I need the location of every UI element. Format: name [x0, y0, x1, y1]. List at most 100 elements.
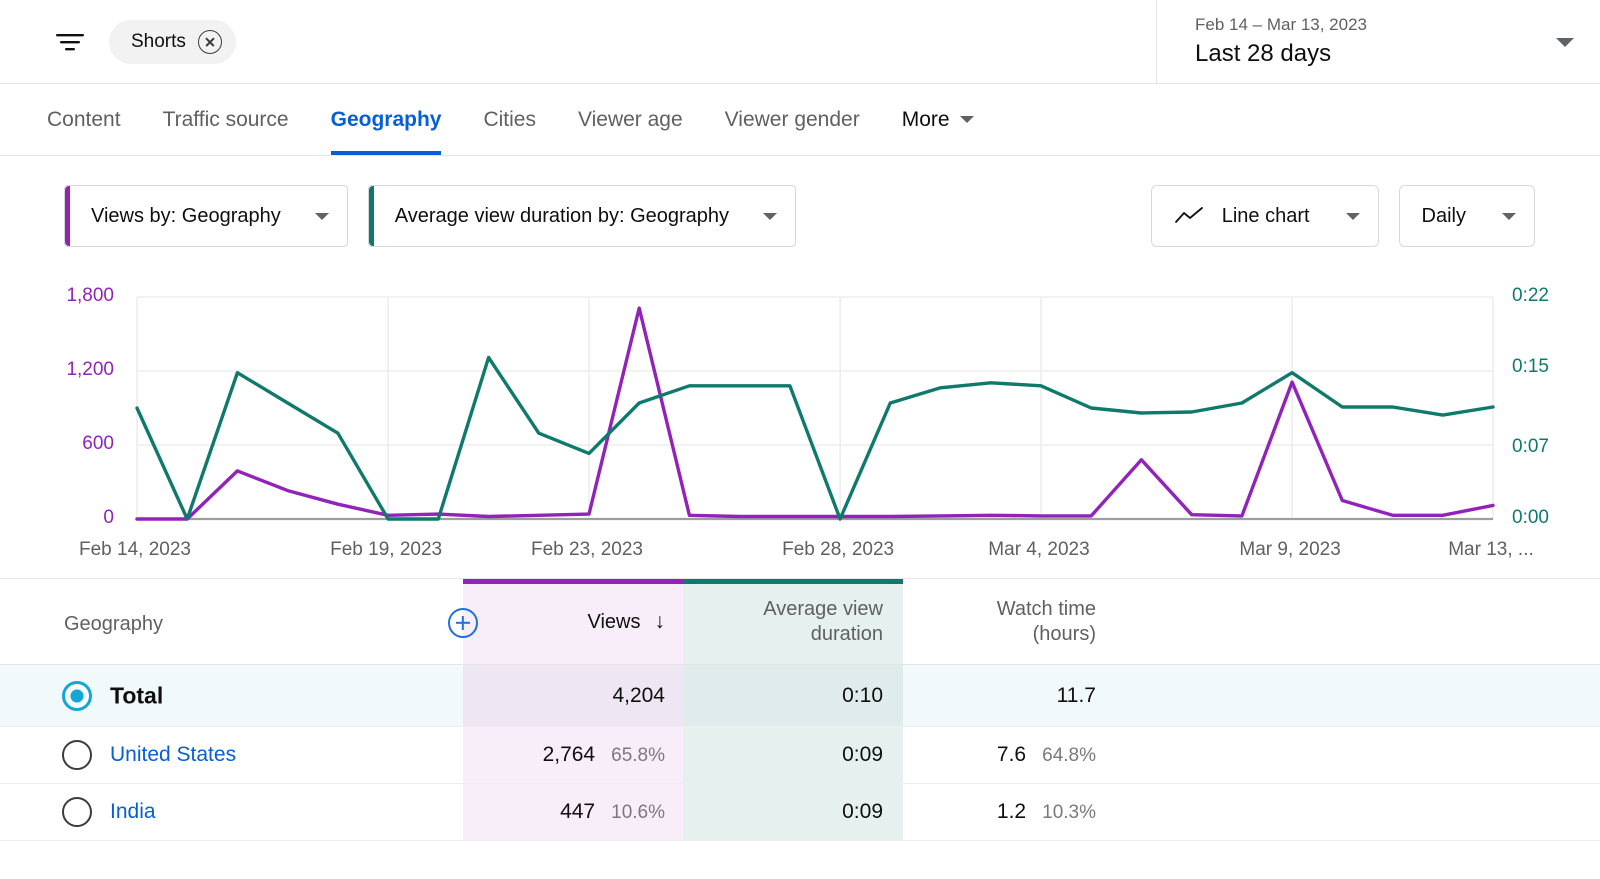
filter-list-icon[interactable] [47, 19, 93, 65]
geography-table: Geography Views ↓ Average view duration … [0, 578, 1600, 841]
avd-column-accent [683, 579, 903, 584]
chart-canvas [135, 296, 1495, 521]
filter-chip-shorts[interactable]: Shorts [109, 19, 236, 64]
column-header-avg-view-duration[interactable]: Average view duration [683, 597, 903, 647]
y-axis-right-tick-label: 0:15 [1512, 355, 1549, 377]
date-range-preset: Last 28 days [1195, 39, 1332, 67]
row-avd-value: 0:09 [842, 800, 883, 823]
y-axis-left-tick-label: 1,200 [66, 359, 114, 380]
views-column-accent [463, 579, 683, 584]
tab-label: Viewer gender [724, 107, 860, 131]
date-range-text: Feb 14 – Mar 13, 2023 Last 28 days [1195, 14, 1556, 70]
chevron-down-icon[interactable] [314, 212, 329, 220]
x-axis-tick-label: Mar 13, ... [1448, 539, 1534, 560]
filter-chip-label: Shorts [131, 30, 186, 52]
date-range-selector[interactable]: Feb 14 – Mar 13, 2023 Last 28 days [1156, 0, 1600, 84]
column-header-avd-line1: Average view [763, 598, 883, 620]
granularity-select[interactable]: Daily [1398, 185, 1535, 247]
row-radio-total[interactable] [62, 680, 92, 711]
row-avg-view-duration: 0:09 [683, 743, 883, 767]
row-views: 447 10.6% [463, 800, 665, 824]
column-header-watch-time-line2: (hours) [1032, 623, 1096, 645]
chart-controls: Views by: Geography Average view duratio… [0, 156, 1600, 276]
tab-viewer-age[interactable]: Viewer age [578, 84, 683, 155]
x-axis-tick-label: Mar 4, 2023 [988, 539, 1090, 560]
x-axis-tick-label: Feb 23, 2023 [531, 539, 643, 560]
x-axis-tick-label: Feb 28, 2023 [782, 539, 895, 560]
row-watch-time-percent: 10.3% [1042, 802, 1096, 823]
row-views-value: 447 [560, 800, 596, 823]
table-row[interactable]: United States 2,764 65.8% 0:09 7.6 64.8% [0, 727, 1600, 784]
column-header-views-label: Views [587, 610, 641, 633]
column-header-geography: Geography [64, 613, 163, 635]
row-watch-time: 11.7 [903, 684, 1096, 708]
right-controls: Line chart Daily [1131, 185, 1535, 247]
chevron-down-icon[interactable] [959, 116, 974, 123]
row-views-value: 4,204 [612, 683, 665, 707]
chart-type-select[interactable]: Line chart [1150, 185, 1379, 247]
column-header-watch-time-line1: Watch time [996, 598, 1096, 620]
column-header-views[interactable]: Views ↓ [463, 609, 683, 635]
row-views-percent: 65.8% [611, 745, 665, 766]
tab-content[interactable]: Content [47, 84, 121, 155]
primary-metric-select[interactable]: Views by: Geography [64, 185, 348, 247]
chevron-down-icon[interactable] [763, 212, 778, 220]
column-header-avd-line2: duration [810, 623, 883, 645]
sort-descending-icon[interactable]: ↓ [655, 609, 666, 635]
row-views: 4,204 [463, 684, 665, 708]
line-chart-icon [1174, 207, 1203, 223]
top-filter-bar: Shorts Feb 14 – Mar 13, 2023 Last 28 day… [0, 0, 1600, 84]
granularity-label: Daily [1421, 204, 1466, 227]
tab-geography[interactable]: Geography [330, 84, 442, 155]
table-header-row: Geography Views ↓ Average view duration … [0, 579, 1600, 665]
row-watch-time-value: 1.2 [996, 800, 1027, 823]
tab-label: Traffic source [162, 107, 289, 131]
date-range-value: Feb 14 – Mar 13, 2023 [1195, 14, 1368, 34]
tab-label: Viewer age [577, 107, 683, 131]
table-row[interactable]: India 447 10.6% 0:09 1.2 10.3% [0, 784, 1600, 841]
tab-label: Cities [483, 107, 536, 131]
x-axis-tick-label: Mar 9, 2023 [1239, 539, 1341, 560]
row-watch-time: 7.6 64.8% [903, 743, 1096, 767]
row-views-value: 2,764 [542, 743, 596, 766]
y-axis-left-tick-label: 1,800 [66, 285, 114, 306]
tab-more[interactable]: More [902, 84, 974, 155]
y-axis-right-tick-label: 0:22 [1512, 285, 1549, 306]
primary-metric-accent [65, 186, 70, 246]
y-axis-right-tick-label: 0:00 [1512, 507, 1549, 528]
row-avd-value: 0:09 [842, 743, 883, 766]
tab-cities[interactable]: Cities [483, 84, 536, 155]
secondary-metric-label: Average view duration by: Geography [394, 204, 730, 227]
row-label: Total [110, 682, 164, 708]
row-views: 2,764 65.8% [463, 743, 665, 767]
secondary-metric-select[interactable]: Average view duration by: Geography [367, 185, 797, 247]
y-axis-right-tick-label: 0:07 [1512, 436, 1549, 458]
tab-label: Geography [330, 107, 442, 131]
chart-series-views [135, 306, 1495, 521]
row-avg-view-duration: 0:10 [683, 684, 883, 708]
row-views-percent: 10.6% [611, 802, 665, 823]
tab-traffic-source[interactable]: Traffic source [163, 84, 289, 155]
analytics-chart: 1,800 1,200 600 0 0:22 0:15 0:07 0:00 Feb 14, 20… [0, 278, 1600, 578]
tab-viewer-gender[interactable]: Viewer gender [725, 84, 860, 155]
row-avg-view-duration: 0:09 [683, 800, 883, 824]
secondary-metric-accent [368, 186, 374, 246]
chart-series-avg-view-duration [135, 355, 1495, 521]
row-label[interactable]: India [110, 800, 156, 824]
chevron-down-icon[interactable] [1556, 37, 1574, 47]
primary-metric-label: Views by: Geography [91, 204, 281, 227]
row-label[interactable]: United States [110, 743, 236, 767]
row-watch-time-percent: 64.8% [1042, 745, 1096, 766]
row-avd-value: 0:10 [842, 683, 883, 707]
chevron-down-icon[interactable] [1502, 212, 1516, 220]
table-row[interactable]: Total 4,204 0:10 11.7 [0, 665, 1600, 727]
chart-type-label: Line chart [1221, 204, 1310, 227]
column-header-watch-time[interactable]: Watch time (hours) [903, 597, 1118, 647]
chevron-down-icon[interactable] [1345, 212, 1360, 220]
row-radio-india[interactable] [62, 797, 92, 827]
close-icon[interactable] [197, 29, 222, 54]
analytics-tabs: Content Traffic source Geography Cities … [0, 84, 1600, 156]
row-watch-time-value: 7.6 [996, 743, 1027, 766]
x-axis-tick-label: Feb 19, 2023 [330, 539, 443, 560]
row-radio-united-states[interactable] [62, 740, 92, 770]
